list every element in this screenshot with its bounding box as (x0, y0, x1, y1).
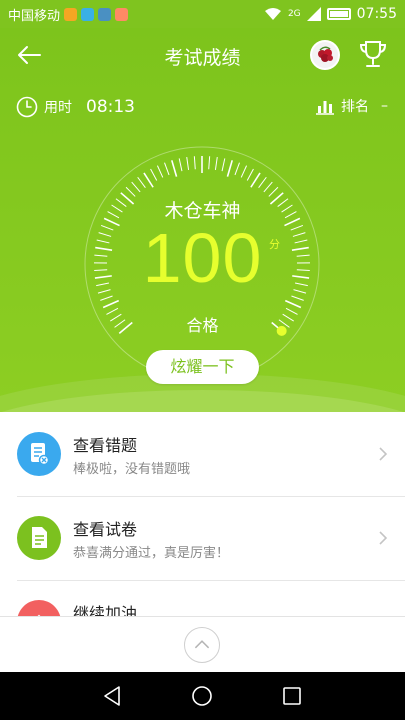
battery-icon (326, 8, 351, 20)
ranking[interactable]: 排名 – (315, 96, 388, 116)
gauge-tick (226, 160, 233, 177)
gauge-tick (214, 157, 218, 171)
gauge-tick (240, 165, 248, 178)
gauge-tick (102, 299, 120, 309)
gauge-tick (137, 176, 146, 188)
notification-weibo-icon (115, 7, 129, 21)
bar-chart-icon (316, 101, 334, 115)
cheer-icon (17, 600, 61, 616)
gauge-tick (263, 181, 273, 193)
notification-map-icon (98, 7, 112, 21)
time-value: 08:13 (86, 97, 135, 117)
wifi-icon (264, 8, 281, 20)
pass-status: 合格 (186, 316, 219, 335)
gauge-tick (143, 172, 154, 188)
chevron-right-icon (379, 447, 388, 461)
list-item-title: 查看错题 (73, 436, 138, 455)
bottom-bar (0, 616, 405, 672)
gauge-tick (150, 168, 158, 181)
time-label: 用时 (44, 100, 72, 116)
back-nav-icon[interactable] (100, 684, 124, 708)
time-used: 用时 08:13 (16, 96, 135, 118)
gauge-tick (250, 172, 261, 188)
exam-paper-icon (17, 516, 61, 560)
wrong-questions-icon (17, 432, 61, 476)
home-nav-icon[interactable] (190, 684, 214, 708)
list-item-subtitle: 棒极啦，没有错题哦 (73, 462, 191, 477)
carrier-name: 中国移动 (8, 8, 61, 24)
share-button[interactable]: 炫耀一下 (146, 350, 259, 384)
result-hero: 考试成绩 用时 08:13 排名 – 木仓车神 100 分 合格 炫耀一下 (0, 28, 405, 412)
recents-nav-icon[interactable] (280, 684, 304, 708)
list-item-wrong-questions[interactable]: 查看错题 棒极啦，没有错题哦 (0, 412, 405, 496)
gauge-tick (208, 156, 211, 170)
network-type: 2G (287, 9, 301, 19)
gauge-tick (258, 176, 267, 188)
list-item-subtitle: 恭喜满分通过，真是厉害！ (73, 546, 230, 561)
list-item-title: 查看试卷 (73, 520, 138, 539)
trophy-icon[interactable] (358, 38, 388, 70)
action-list: 查看错题 棒极啦，没有错题哦 查看试卷 恭喜满分通过，真是厉害！ 继续加油 (0, 412, 405, 616)
gauge-tick (234, 162, 240, 176)
page-title: 考试成绩 (164, 47, 241, 69)
gauge-tick (178, 158, 183, 172)
avatar[interactable] (310, 40, 340, 70)
score-unit: 分 (269, 238, 280, 251)
gauge-tick (156, 165, 164, 178)
system-nav-bar (0, 672, 405, 720)
gauge-tick (284, 299, 302, 309)
avatar-image (312, 42, 338, 68)
rank-value: – (381, 98, 388, 114)
score-value: 100 (142, 219, 263, 297)
chevron-right-icon (379, 531, 388, 545)
gauge-tick (193, 156, 196, 170)
chevron-up-icon[interactable] (184, 627, 220, 663)
gauge-tick (221, 158, 226, 172)
signal-icon (306, 7, 321, 21)
clock: 07:55 (356, 6, 397, 22)
notification-app-icon (64, 7, 78, 21)
list-item-keep-going[interactable]: 继续加油 (0, 580, 405, 616)
gauge-tick (164, 162, 170, 176)
list-item-exam-paper[interactable]: 查看试卷 恭喜满分通过，真是厉害！ (0, 496, 405, 580)
gauge-tick (171, 160, 178, 177)
clock-icon (16, 96, 38, 118)
gauge-tick (246, 168, 254, 181)
status-bar: 中国移动 2G 07:55 (0, 0, 405, 28)
gauge-tick (186, 157, 190, 171)
rank-label: 排名 (341, 99, 369, 115)
nav-bar: 考试成绩 (0, 28, 405, 82)
list-item-title: 继续加油 (73, 604, 138, 616)
notification-gallery-icon (81, 7, 95, 21)
gauge-tick (131, 181, 141, 193)
